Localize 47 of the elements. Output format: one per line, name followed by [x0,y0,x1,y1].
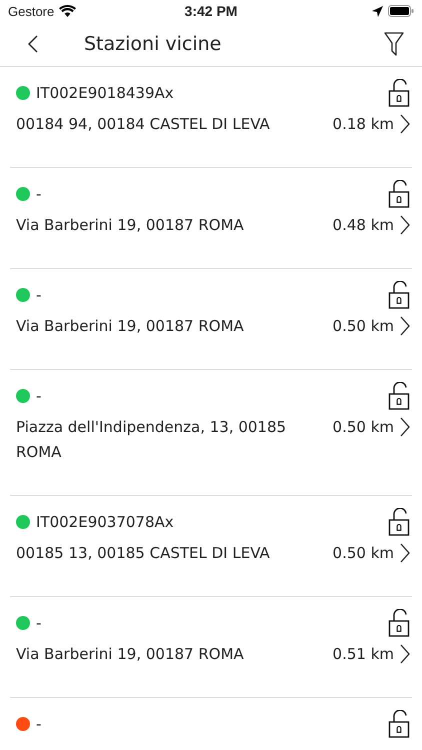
distance-label: 0.50 km [332,316,394,337]
clock-time: 3:42 PM [184,3,238,19]
station-item[interactable]: IT002E9037078Ax 00185 13, 00185 CASTEL DI LEVA 0.50 km [10,496,412,597]
station-address: Piazza dell'Indipendenza, 13, 00185 ROMA [16,417,288,463]
unlocked-padlock-icon [388,710,410,738]
wifi-icon [59,5,76,17]
station-item[interactable]: - Via Barberini 19, 00187 ROMA 0.51 km [10,597,412,698]
carrier-label: Gestore [8,4,54,18]
station-item[interactable]: - Piazza dell'Indipendenza, 13, 00185 ROMA 0.50 km [10,370,412,496]
station-address: 00184 94, 00184 CASTEL DI LEVA [16,114,271,135]
station-address: 00185 13, 00185 CASTEL DI LEVA [16,543,271,564]
chevron-right-icon [400,215,410,235]
station-name: IT002E9037078Ax [36,513,175,531]
station-name: - [36,185,42,203]
distance-label: 0.48 km [332,215,394,236]
station-item[interactable]: IT002E9018439Ax 00184 94, 00184 CASTEL DI LEVA 0.18 km [10,67,412,168]
station-name: - [36,715,42,733]
chevron-right-icon [400,316,410,336]
unlocked-padlock-icon [388,281,410,309]
station-address: Via Barberini 19, 00187 ROMA [16,644,245,665]
station-item[interactable]: - [10,698,412,750]
unlocked-padlock-icon [388,609,410,637]
chevron-right-icon [400,543,410,563]
distance-label: 0.51 km [332,644,394,665]
station-address: Via Barberini 19, 00187 ROMA [16,215,245,236]
unlocked-padlock-icon [388,508,410,536]
station-name: - [36,286,42,304]
unlocked-padlock-icon [388,180,410,208]
distance-label: 0.50 km [332,543,394,564]
back-icon[interactable] [28,35,38,53]
distance-label: 0.50 km [332,417,394,438]
chevron-right-icon [400,114,410,134]
filter-icon[interactable] [384,32,404,56]
chevron-right-icon [400,644,410,664]
station-name: - [36,387,42,405]
station-name: IT002E9018439Ax [36,84,175,102]
station-name: - [36,614,42,632]
station-item[interactable]: - Via Barberini 19, 00187 ROMA 0.50 km [10,269,412,370]
station-address: Via Barberini 19, 00187 ROMA [16,316,245,337]
unlocked-padlock-icon [388,79,410,107]
location-arrow-icon [372,6,383,16]
battery-icon [388,5,414,17]
distance-label: 0.18 km [332,114,394,135]
screen-title: Stazioni vicine [84,33,222,55]
unlocked-padlock-icon [388,382,410,410]
station-item[interactable]: - Via Barberini 19, 00187 ROMA 0.48 km [10,168,412,269]
chevron-right-icon [400,417,410,437]
